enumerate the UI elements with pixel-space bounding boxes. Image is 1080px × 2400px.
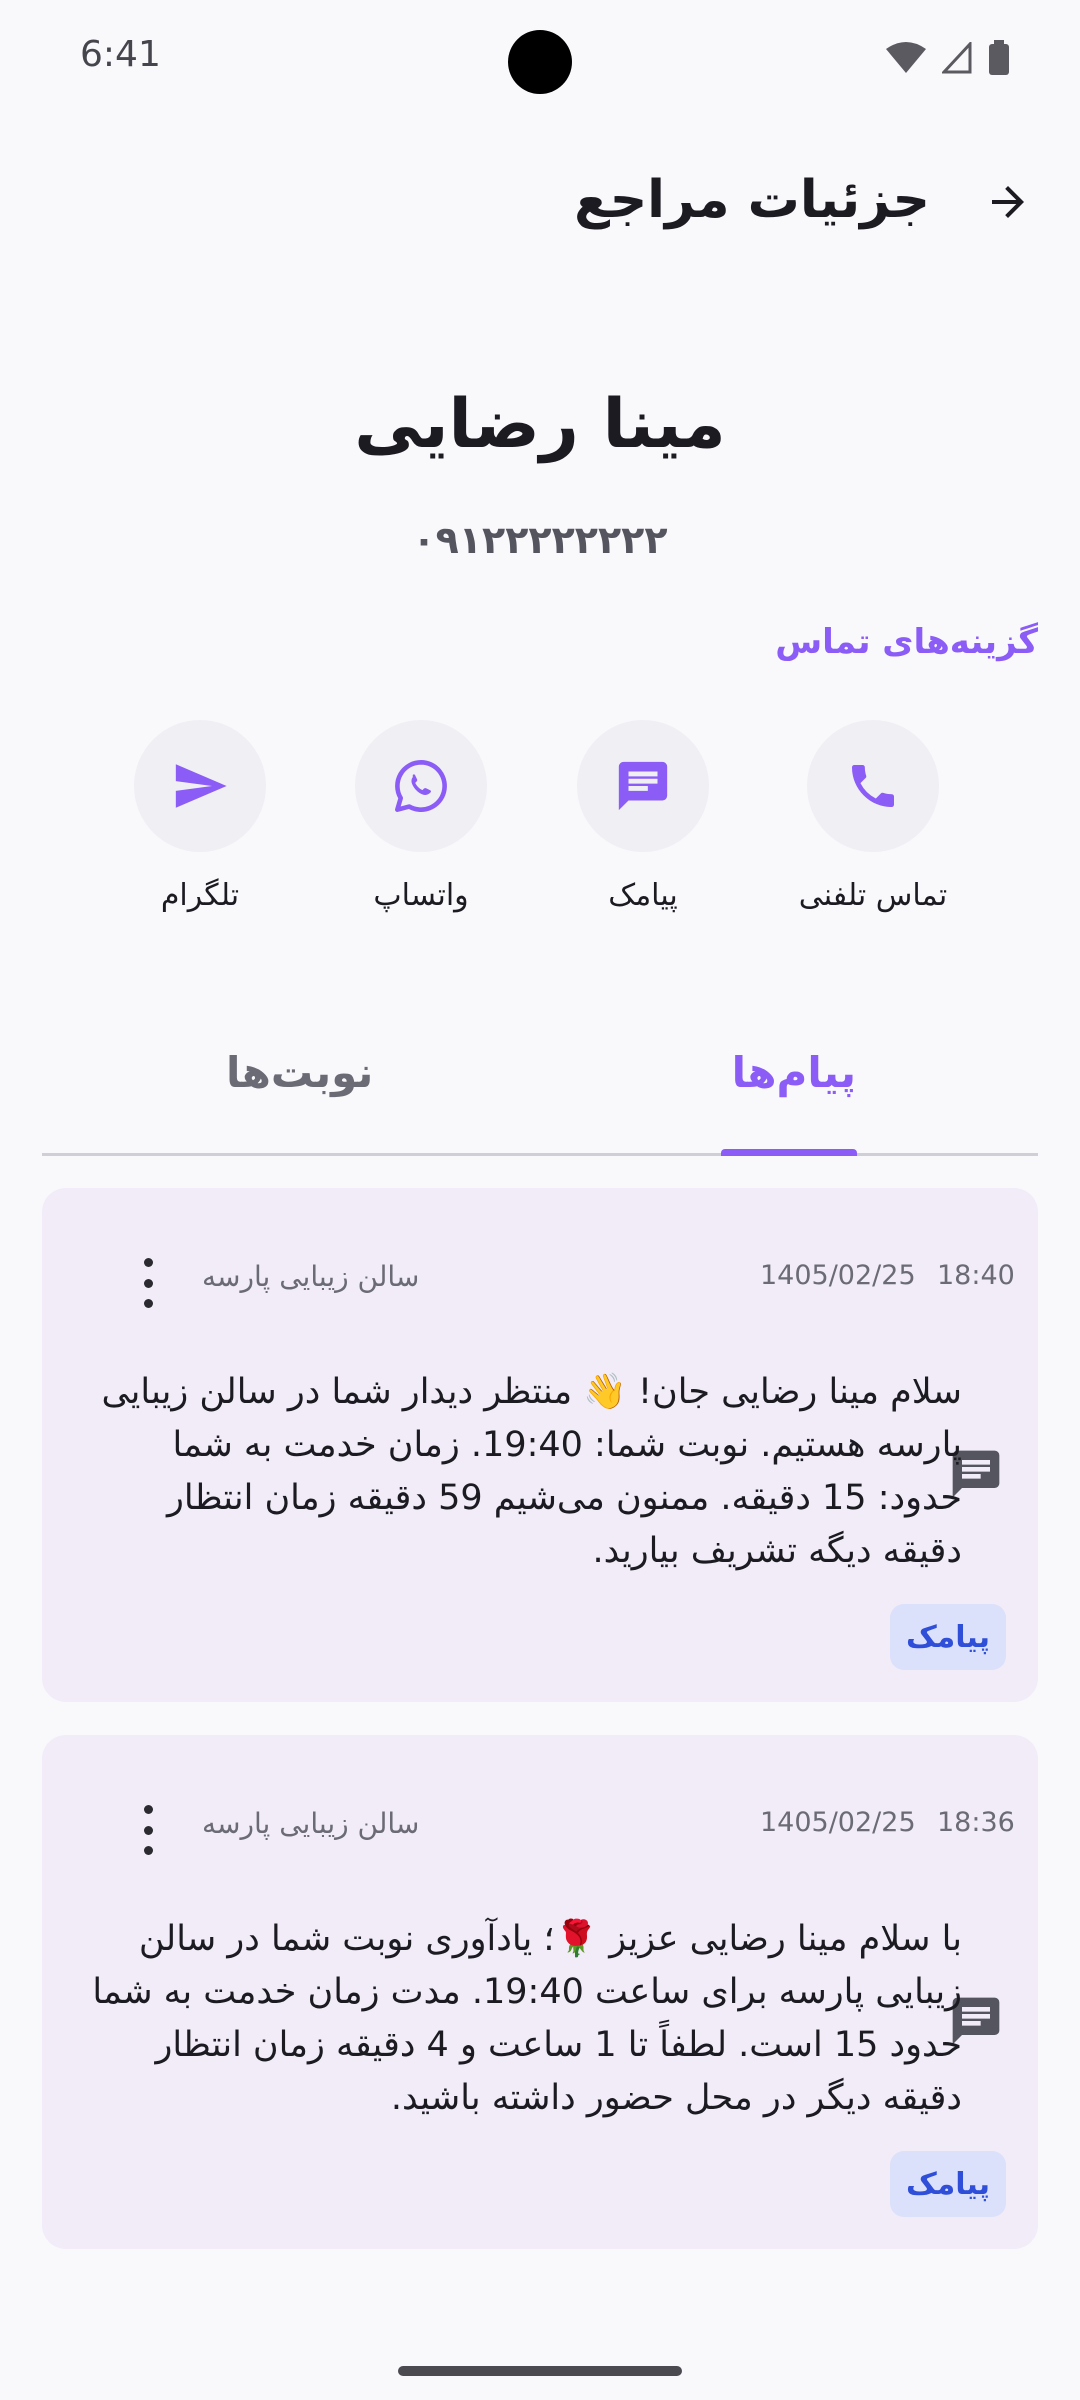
- message-body: با سلام مینا رضایی عزیز 🌹؛ یادآوری نوبت …: [92, 1919, 962, 2118]
- contact-option-whatsapp[interactable]: واتساپ: [331, 720, 511, 913]
- home-indicator[interactable]: [398, 2366, 682, 2376]
- screen: 6:41 جزئیات مراجع مینا رضایی ۰۹۱۲۲۲۲۲۲۲۲…: [0, 0, 1080, 2400]
- contact-label-whatsapp: واتساپ: [373, 878, 469, 913]
- message-date: 1405/02/25: [760, 1807, 916, 1838]
- send-icon: [175, 764, 227, 808]
- contact-option-sms[interactable]: پیامک: [553, 720, 733, 913]
- tab-messages[interactable]: پیام‌ها: [732, 1048, 856, 1097]
- sms-icon: [618, 761, 668, 811]
- arrow-forward-icon: [992, 186, 1024, 218]
- status-bar: 6:41: [0, 0, 1080, 120]
- message-channel-badge: پیامک: [890, 1604, 1006, 1670]
- battery-icon: [989, 40, 1009, 75]
- message-time: 18:36: [937, 1807, 1015, 1838]
- contact-option-phone[interactable]: تماس تلفنی: [783, 720, 963, 913]
- contact-label-telegram: تلگرام: [160, 878, 240, 913]
- contact-circle: [134, 720, 266, 852]
- page-title: جزئیات مراجع: [574, 170, 930, 230]
- more-vert-icon: [143, 1805, 153, 1814]
- message-card: 18:36 1405/02/25 سالن زیبایی پارسه با سل…: [42, 1735, 1038, 2249]
- back-button[interactable]: [976, 170, 1040, 234]
- status-time: 6:41: [80, 34, 161, 75]
- tab-active-indicator: [721, 1149, 857, 1156]
- message-time: 18:40: [937, 1260, 1015, 1291]
- tab-bar: پیام‌ها نوبت‌ها: [42, 1020, 1038, 1156]
- tab-appointments[interactable]: نوبت‌ها: [226, 1048, 373, 1097]
- contact-option-telegram[interactable]: تلگرام: [110, 720, 290, 913]
- message-channel-badge: پیامک: [890, 2151, 1006, 2217]
- contact-label-sms: پیامک: [608, 878, 678, 913]
- contact-options-title: گزینه‌های تماس: [775, 622, 1038, 662]
- whatsapp-icon: [395, 760, 447, 812]
- message-date: 1405/02/25: [760, 1260, 916, 1291]
- contact-label-phone: تماس تلفنی: [798, 878, 948, 913]
- client-name: مینا رضایی: [354, 385, 726, 464]
- contact-circle: [355, 720, 487, 852]
- contact-circle: [577, 720, 709, 852]
- message-sender: سالن زیبایی پارسه: [202, 1807, 420, 1840]
- wifi-icon: [886, 42, 926, 73]
- message-sender: سالن زیبایی پارسه: [202, 1260, 420, 1293]
- client-phone: ۰۹۱۲۲۲۲۲۲۲۲: [412, 518, 668, 562]
- contact-circle: [807, 720, 939, 852]
- camera-cutout: [508, 30, 572, 94]
- more-options-button[interactable]: [128, 1258, 168, 1308]
- signal-icon: [942, 42, 972, 74]
- phone-icon: [852, 765, 894, 807]
- message-body: سلام مینا رضایی جان! 👋 منتظر دیدار شما د…: [101, 1372, 963, 1571]
- more-vert-icon: [143, 1258, 153, 1267]
- app-bar: جزئیات مراجع: [0, 150, 1080, 250]
- more-options-button[interactable]: [128, 1805, 168, 1855]
- status-icons: [886, 40, 1010, 76]
- message-card: 18:40 1405/02/25 سالن زیبایی پارسه سلام …: [42, 1188, 1038, 1702]
